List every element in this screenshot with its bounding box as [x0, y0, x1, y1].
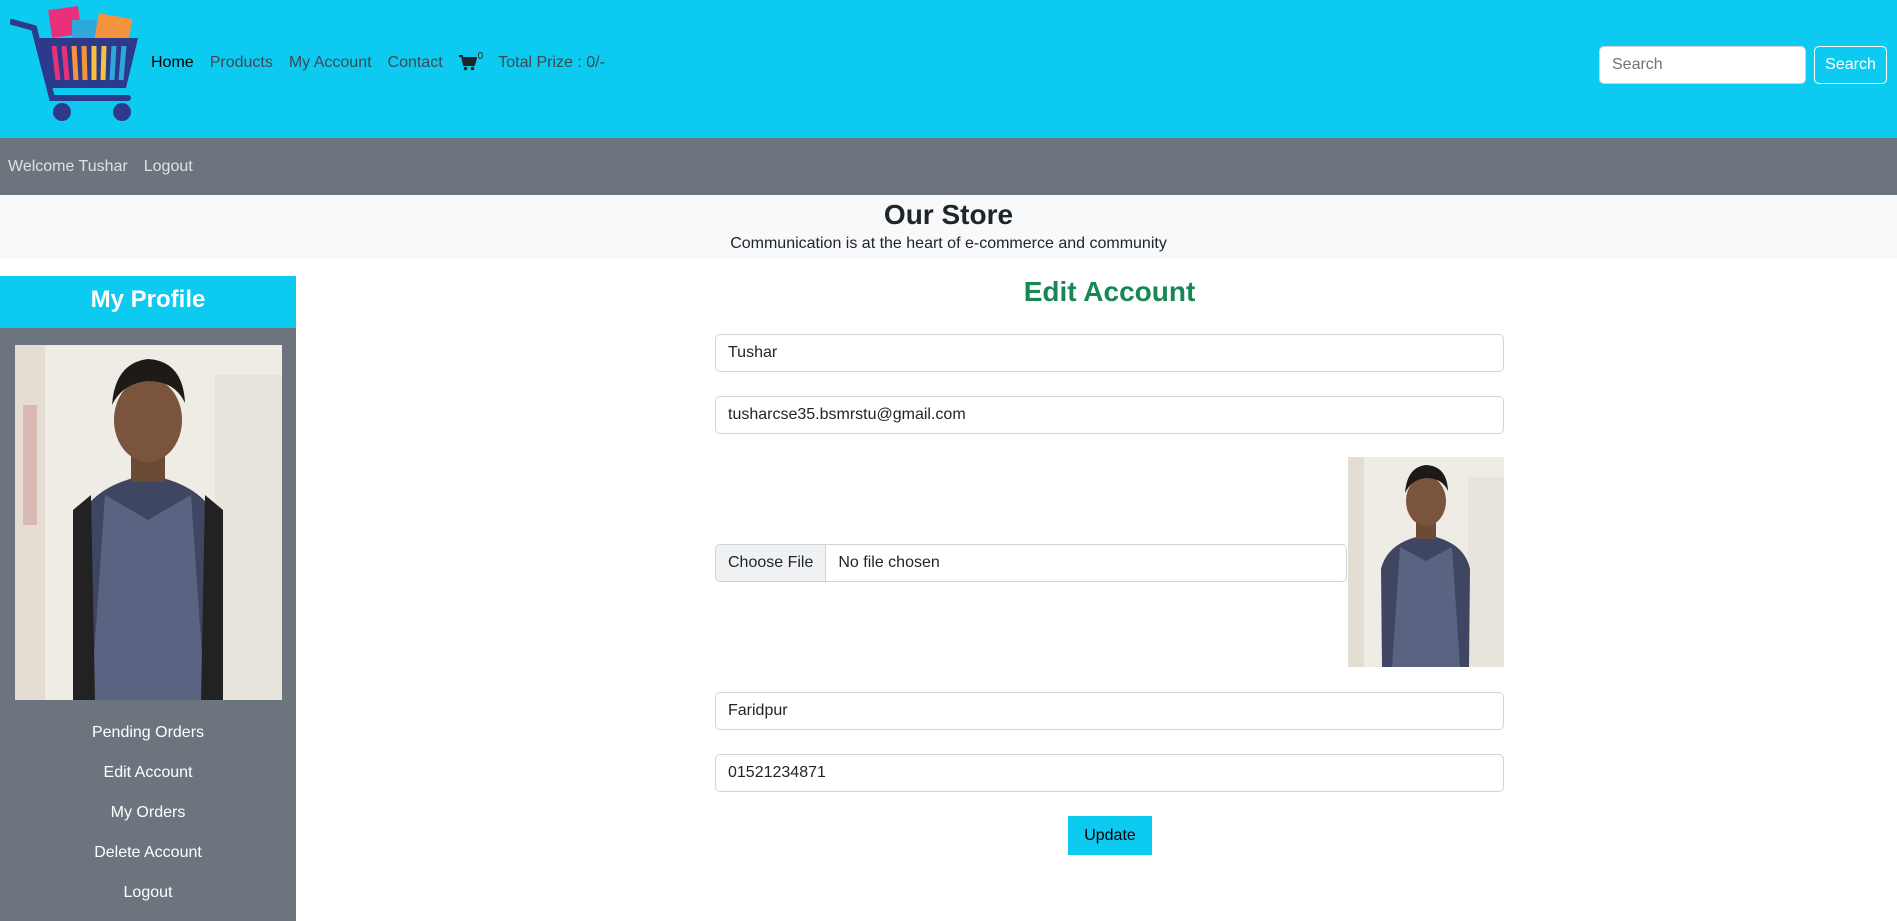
- file-status-text: No file chosen: [838, 554, 940, 571]
- store-tagline: Communication is at the heart of e-comme…: [730, 235, 1167, 252]
- sidebar-item-edit-account[interactable]: Edit Account: [0, 756, 296, 796]
- welcome-text: Welcome Tushar: [8, 157, 128, 175]
- nav-home-link[interactable]: Home: [151, 54, 194, 72]
- current-photo-preview: [1348, 457, 1504, 667]
- sidebar-menu: Pending Orders Edit Account My Orders De…: [0, 716, 296, 916]
- sidebar-heading: My Profile: [0, 276, 296, 328]
- logout-link[interactable]: Logout: [144, 158, 193, 176]
- sidebar-item-delete-account[interactable]: Delete Account: [0, 836, 296, 876]
- profile-photo: [15, 345, 282, 700]
- nav-my-account-link[interactable]: My Account: [289, 54, 372, 72]
- phone-field[interactable]: [715, 754, 1504, 792]
- total-prize-text: Total Prize : 0/-: [498, 54, 605, 71]
- nav-contact-link[interactable]: Contact: [388, 54, 443, 72]
- photo-file-input[interactable]: Choose File No file chosen: [715, 544, 1347, 582]
- username-field[interactable]: [715, 334, 1504, 372]
- nav-products-link[interactable]: Products: [210, 54, 273, 72]
- main-nav: Home Products My Account Contact 0 Total…: [151, 51, 621, 72]
- search-button[interactable]: Search: [1814, 46, 1887, 84]
- cart-link[interactable]: 0: [458, 51, 483, 71]
- edit-account-title: Edit Account: [1023, 276, 1196, 307]
- search-input[interactable]: [1599, 46, 1806, 84]
- sidebar-item-pending-orders[interactable]: Pending Orders: [0, 716, 296, 756]
- profile-sidebar: My Profile Pending Orders Edit Account M…: [0, 276, 296, 921]
- sidebar-item-my-orders[interactable]: My Orders: [0, 796, 296, 836]
- choose-file-button[interactable]: Choose File: [716, 545, 827, 581]
- shopping-cart-logo[interactable]: [10, 6, 146, 124]
- cart-count-badge: 0: [477, 50, 484, 62]
- email-field[interactable]: [715, 396, 1504, 434]
- store-title: Our Store: [883, 199, 1014, 230]
- address-field[interactable]: [715, 692, 1504, 730]
- user-bar: Welcome Tushar Logout: [0, 138, 1897, 195]
- update-button[interactable]: Update: [1068, 816, 1152, 855]
- sidebar-item-logout[interactable]: Logout: [0, 876, 296, 916]
- cart-icon: [458, 55, 477, 71]
- store-header: Our Store Communication is at the heart …: [0, 195, 1897, 259]
- top-navbar: Home Products My Account Contact 0 Total…: [0, 0, 1897, 138]
